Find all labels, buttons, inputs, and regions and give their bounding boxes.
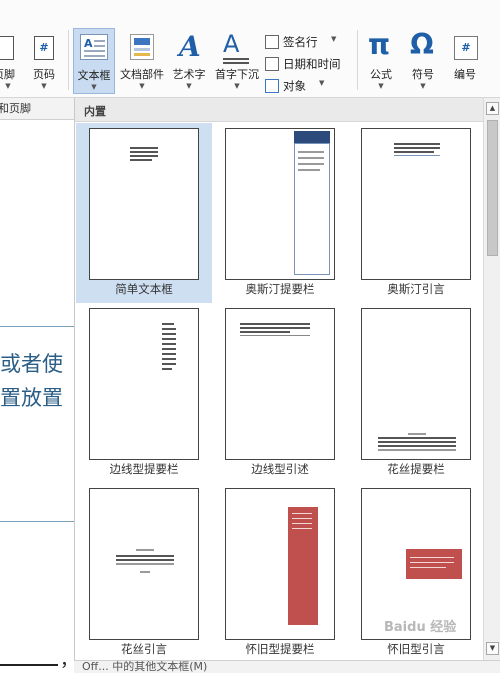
equation-label: 公式 [370, 68, 392, 81]
tile-preview [225, 128, 335, 280]
tile-label: 边线型引述 [251, 462, 309, 476]
wordart-icon: A [179, 30, 201, 63]
banded-quote-rule [240, 335, 310, 336]
signature-line-label: 签名行 [283, 35, 318, 49]
document-parts-icon [130, 34, 154, 60]
gallery-scrollbar[interactable]: ▲ ▼ [483, 98, 500, 673]
ribbon-group-label: 和页脚 [0, 98, 74, 120]
object-label: 对象 [283, 79, 306, 93]
scroll-down-button[interactable]: ▼ [486, 642, 499, 655]
gallery-tile-austin-sidebar[interactable]: 奥斯汀提要栏 [212, 123, 348, 303]
wordart-button[interactable]: A 艺术字 ▼ [169, 30, 209, 90]
document-parts-button[interactable]: 文档部件 ▼ [117, 30, 167, 90]
tile-preview [361, 128, 471, 280]
page-number-label: 页码 [33, 68, 55, 81]
drop-cap-label: 首字下沉 [215, 68, 259, 81]
scroll-up-button[interactable]: ▲ [486, 102, 499, 115]
footer-icon [0, 36, 14, 60]
pi-icon: π [368, 28, 391, 61]
tile-label: 奥斯汀引言 [387, 282, 445, 296]
ribbon-separator [357, 30, 358, 90]
tile-label: 边线型提要栏 [109, 462, 179, 476]
signature-line-button[interactable]: 签名行 ▼ [265, 33, 347, 51]
gallery-section-label: 内置 [84, 105, 106, 118]
symbol-label: 符号 [412, 68, 434, 81]
number-label: 编号 [454, 68, 476, 81]
chevron-down-icon: ▼ [91, 83, 97, 91]
chevron-down-icon: ▼ [41, 82, 47, 90]
drop-cap-lines [223, 58, 249, 60]
document-area: 和页脚 或者使 置放置 ， [0, 98, 78, 673]
gallery-tile-simple-textbox[interactable]: 简单文本框 [76, 123, 212, 303]
chevron-down-icon: ▼ [139, 82, 145, 90]
calendar-icon [265, 57, 279, 71]
tile-label: 怀旧型引言 [387, 642, 445, 656]
gallery-tile-retro-sidebar[interactable]: 怀旧型提要栏 [212, 483, 348, 663]
drop-cap-icon: A [223, 30, 240, 58]
gallery-tile-banded-quote[interactable]: 边线型引述 [212, 303, 348, 483]
equation-button[interactable]: π 公式 ▼ [362, 28, 400, 90]
textbox-icon: A [80, 34, 108, 60]
object-button[interactable]: 对象 ▼ [265, 77, 347, 95]
textbox-button[interactable]: A 文本框 ▼ [73, 28, 115, 94]
gallery-tile-austin-quote[interactable]: 奥斯汀引言 [348, 123, 484, 303]
austin-quote-rule [394, 155, 440, 156]
textbox-gallery: 内置 简单文本框 奥斯汀提要栏 奥斯汀引言 边线型提要栏 边线型引述 花丝提要栏… [74, 98, 500, 673]
page-number-button[interactable]: # 页码 ▼ [26, 30, 62, 90]
date-time-label: 日期和时间 [283, 57, 341, 71]
tile-preview [225, 308, 335, 460]
date-time-button[interactable]: 日期和时间 [265, 55, 349, 73]
chevron-down-icon: ▼ [186, 82, 192, 90]
textbox-label: 文本框 [77, 69, 111, 82]
tile-label: 花丝提要栏 [387, 462, 445, 476]
chevron-down-icon: ▼ [331, 35, 337, 43]
ribbon: 页脚 ▼ # 页码 ▼ A 文本框 ▼ 文档部件 ▼ A 艺术字 ▼ A [0, 0, 500, 98]
document-text-line: 或者使 [0, 352, 63, 376]
tile-label: 简单文本框 [115, 282, 173, 296]
chevron-down-icon: ▼ [378, 82, 384, 90]
tile-label: 怀旧型提要栏 [245, 642, 315, 656]
more-textboxes-label: Off... 中的其他文本框(M) [82, 660, 208, 673]
footer-label: 页脚 [0, 68, 15, 81]
drop-cap-lines [223, 62, 249, 64]
retro-sidebar-block [288, 507, 318, 625]
chevron-down-icon: ▼ [234, 82, 240, 90]
footer-button[interactable]: 页脚 ▼ [0, 30, 16, 90]
page-number-icon: # [34, 36, 54, 60]
tile-label: 花丝引言 [121, 642, 167, 656]
tile-preview [89, 308, 199, 460]
tile-label: 奥斯汀提要栏 [245, 282, 315, 296]
document-parts-label: 文档部件 [120, 68, 164, 81]
tile-preview [225, 488, 335, 640]
document-text-line: 置放置 [0, 386, 63, 410]
gallery-tile-banded-sidebar[interactable]: 边线型提要栏 [76, 303, 212, 483]
gallery-section-header: 内置 [75, 98, 483, 122]
more-textboxes-menu-item[interactable]: Off... 中的其他文本框(M) [74, 660, 500, 673]
number-icon: # [454, 36, 478, 60]
chevron-down-icon: ▼ [420, 82, 426, 90]
omega-icon: Ω [410, 28, 434, 61]
chevron-down-icon: ▼ [5, 82, 11, 90]
document-underline [0, 664, 58, 666]
signature-line-icon [265, 35, 279, 49]
watermark: Baidu 经验 [384, 620, 457, 635]
tile-preview [89, 488, 199, 640]
wordart-label: 艺术字 [172, 68, 206, 81]
gallery-tile-filigree-sidebar[interactable]: 花丝提要栏 [348, 303, 484, 483]
gallery-tile-retro-quote[interactable]: 怀旧型引言 [348, 483, 484, 663]
symbol-button[interactable]: Ω 符号 ▼ [404, 28, 442, 90]
chevron-down-icon: ▼ [319, 79, 325, 87]
object-icon [265, 79, 279, 93]
austin-sidebar-bar [294, 131, 330, 143]
number-button[interactable]: # 编号 [446, 30, 484, 90]
retro-quote-block [406, 549, 462, 579]
gallery-tile-filigree-quote[interactable]: 花丝引言 [76, 483, 212, 663]
drop-cap-button[interactable]: A 首字下沉 ▼ [211, 30, 263, 90]
ribbon-separator [68, 30, 69, 90]
tile-preview [89, 128, 199, 280]
scrollbar-thumb[interactable] [487, 120, 498, 256]
tile-preview [361, 308, 471, 460]
